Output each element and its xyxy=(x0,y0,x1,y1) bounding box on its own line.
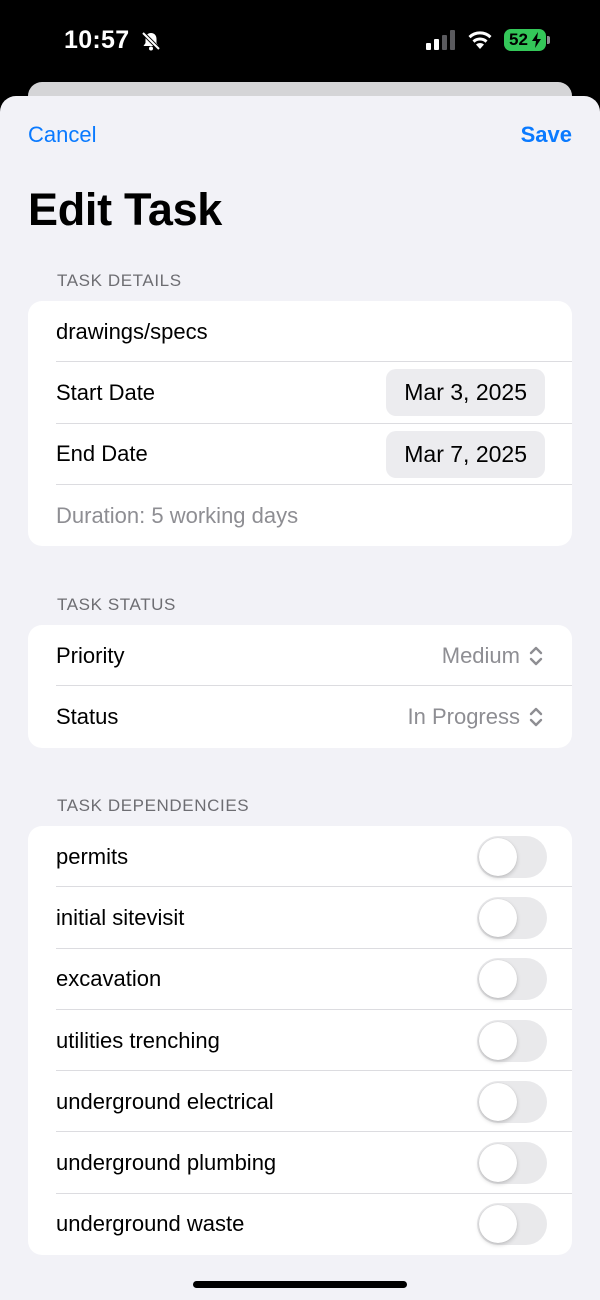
dependency-row: underground plumbing xyxy=(28,1132,572,1195)
end-date-row: End Date Mar 7, 2025 xyxy=(28,424,572,486)
home-indicator xyxy=(193,1281,407,1288)
dependency-label: excavation xyxy=(56,966,162,992)
toggle-knob xyxy=(479,1205,517,1244)
dependency-row: underground waste xyxy=(28,1194,572,1255)
priority-label: Priority xyxy=(56,642,125,668)
clock: 10:57 xyxy=(64,26,130,54)
dependency-label: permits xyxy=(56,843,129,869)
toggle-knob xyxy=(479,1021,517,1060)
dependency-toggle[interactable] xyxy=(477,958,547,1001)
cancel-button[interactable]: Cancel xyxy=(28,122,96,148)
bell-slash-icon xyxy=(141,31,161,51)
page-title: Edit Task xyxy=(28,184,223,235)
dependency-row: utilities trenching xyxy=(28,1010,572,1072)
section-header-task-dependencies: TASK DEPENDENCIES xyxy=(57,796,250,815)
dependency-label: utilities trenching xyxy=(56,1027,220,1053)
end-date-picker[interactable]: Mar 7, 2025 xyxy=(386,430,545,478)
dependency-toggle[interactable] xyxy=(477,1203,547,1246)
dependency-toggle[interactable] xyxy=(477,1080,547,1123)
toggle-knob xyxy=(479,837,517,876)
status-picker[interactable]: In Progress xyxy=(408,704,545,730)
start-date-picker[interactable]: Mar 3, 2025 xyxy=(386,369,545,417)
task-dependencies-group: permits initial sitevisit excavation uti… xyxy=(28,826,572,1256)
priority-value: Medium xyxy=(441,642,520,668)
task-status-group: Priority Medium Status In Progress xyxy=(28,625,572,748)
dependency-toggle[interactable] xyxy=(477,1142,547,1185)
status-value: In Progress xyxy=(407,703,521,729)
priority-picker[interactable]: Medium xyxy=(442,643,544,669)
dependency-toggle[interactable] xyxy=(477,835,547,878)
battery-cap xyxy=(547,36,550,44)
dependency-toggle[interactable] xyxy=(477,896,547,939)
dependency-row: excavation xyxy=(28,949,572,1011)
dependency-row: underground electrical xyxy=(28,1071,572,1133)
toggle-knob xyxy=(479,1082,517,1121)
edit-task-sheet: Cancel Save Edit Task TASK DETAILS drawi… xyxy=(0,96,600,1300)
charging-bolt-icon xyxy=(532,32,541,48)
status-bar: 10:57 52 xyxy=(0,0,600,84)
dependency-label: initial sitevisit xyxy=(56,904,185,930)
task-name-field[interactable]: drawings/specs xyxy=(56,319,544,345)
toggle-knob xyxy=(479,898,517,937)
dependency-row: initial sitevisit xyxy=(28,887,572,949)
battery-indicator: 52 xyxy=(504,29,546,51)
task-details-group: drawings/specs Start Date Mar 3, 2025 En… xyxy=(28,301,572,547)
toggle-knob xyxy=(479,1144,517,1183)
end-date-label: End Date xyxy=(56,441,148,467)
duration-row: Duration: 5 working days xyxy=(28,485,572,546)
start-date-row: Start Date Mar 3, 2025 xyxy=(28,362,572,424)
battery-level: 52 xyxy=(509,30,528,49)
signal-icon xyxy=(426,30,455,50)
chevron-up-down-icon xyxy=(529,646,543,665)
wifi-icon xyxy=(468,31,492,49)
chevron-up-down-icon xyxy=(529,707,543,727)
section-header-task-status: TASK STATUS xyxy=(57,595,177,614)
save-button[interactable]: Save xyxy=(521,122,572,148)
dependency-row: permits xyxy=(28,826,572,888)
status-row[interactable]: Status In Progress xyxy=(28,686,572,747)
section-header-task-details: TASK DETAILS xyxy=(57,271,182,290)
task-name-row[interactable]: drawings/specs xyxy=(28,301,572,363)
start-date-label: Start Date xyxy=(56,379,156,405)
dependency-label: underground waste xyxy=(56,1211,245,1237)
duration-text: Duration: 5 working days xyxy=(56,502,299,528)
dependency-label: underground electrical xyxy=(56,1088,274,1114)
dependency-toggle[interactable] xyxy=(477,1019,547,1062)
dependency-label: underground plumbing xyxy=(56,1150,277,1176)
toggle-knob xyxy=(479,960,517,999)
priority-row[interactable]: Priority Medium xyxy=(28,625,572,687)
status-label: Status xyxy=(56,703,119,729)
